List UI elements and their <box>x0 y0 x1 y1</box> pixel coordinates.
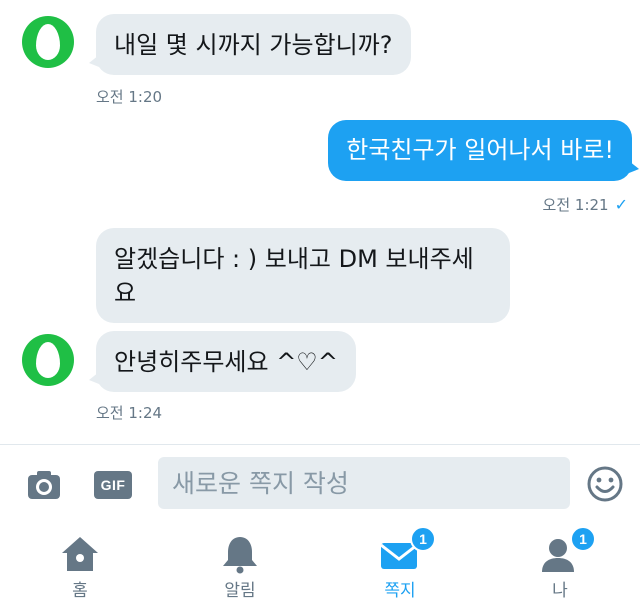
egg-avatar-icon <box>36 24 60 60</box>
bell-icon <box>223 537 257 574</box>
message-timestamp: 오전 1:20 <box>96 88 163 106</box>
message-incoming[interactable]: 내일 몇 시까지 가능합니까? <box>89 14 411 75</box>
tab-label: 알림 <box>224 581 256 601</box>
tab-label: 쪽지 <box>384 581 416 601</box>
message-input[interactable] <box>158 457 570 509</box>
gif-button[interactable]: GIF <box>94 471 132 499</box>
egg-avatar-icon <box>36 342 60 378</box>
emoji-icon[interactable] <box>586 465 624 503</box>
tab-notifications[interactable]: 알림 <box>160 528 320 602</box>
tab-messages[interactable]: 1 쪽지 <box>320 526 480 602</box>
tab-label: 홈 <box>72 581 88 601</box>
tab-home[interactable]: 홈 <box>0 528 160 602</box>
message-composer: GIF <box>0 445 640 525</box>
avatar[interactable] <box>22 334 74 386</box>
home-icon <box>62 537 98 571</box>
message-text: 한국친구가 일어나서 바로! <box>346 136 614 164</box>
tab-bar: 홈 알림 1 쪽지 1 나 <box>0 526 640 602</box>
message-text: 내일 몇 시까지 가능합니까? <box>114 31 393 59</box>
camera-icon[interactable] <box>26 467 62 503</box>
message-timestamp: 오전 1:21 ✓ <box>542 195 628 214</box>
tab-profile[interactable]: 1 나 <box>480 526 640 602</box>
message-timestamp: 오전 1:24 <box>96 404 163 422</box>
message-text: 안녕히주무세요 ^♡^ <box>114 348 338 376</box>
message-outgoing[interactable]: 한국친구가 일어나서 바로! <box>328 120 639 181</box>
message-incoming[interactable]: 안녕히주무세요 ^♡^ <box>89 331 356 392</box>
read-check-icon: ✓ <box>614 195 628 214</box>
message-incoming[interactable]: 알겠습니다 : ) 보내고 DM 보내주세요 <box>96 228 510 323</box>
avatar[interactable] <box>22 16 74 68</box>
message-text: 알겠습니다 : ) 보내고 DM 보내주세요 <box>114 245 474 307</box>
unread-badge: 1 <box>410 526 436 552</box>
unread-badge: 1 <box>570 526 596 552</box>
tab-label: 나 <box>552 581 568 601</box>
